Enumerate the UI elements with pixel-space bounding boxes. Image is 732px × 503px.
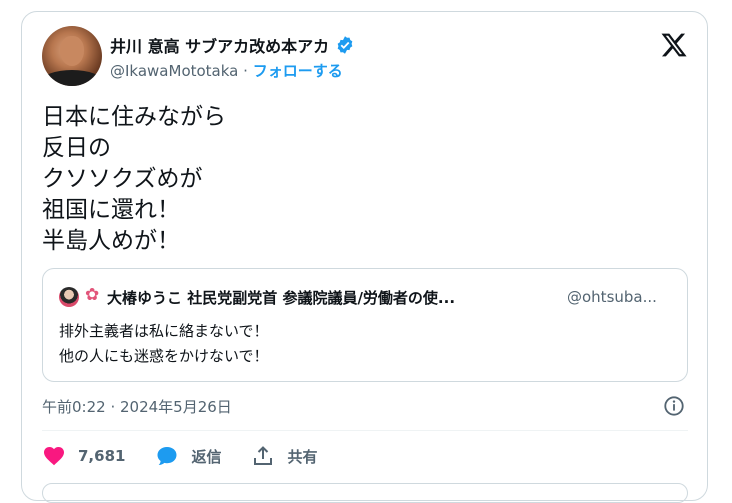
share-label: 共有	[287, 447, 318, 466]
reply-label: 返信	[191, 447, 222, 466]
quote-body: 排外主義者は私に絡まないで！ 他の人にも迷惑をかけないで！	[59, 319, 269, 369]
share-button[interactable]: 共有	[251, 444, 317, 468]
flower-icon: ✿	[85, 285, 100, 305]
author-handle[interactable]: @IkawaMototaka	[110, 62, 238, 80]
tweet-line: 半島人めが！	[42, 228, 180, 254]
tweet-line: 反日の	[42, 135, 111, 161]
quote-author-handle: @ohtsuba...	[567, 288, 657, 306]
like-button[interactable]: 7,681	[42, 444, 125, 468]
tweet-card: 井川 意高 サブアカ改め本アカ @IkawaMototaka · フォローする …	[21, 11, 708, 503]
info-icon[interactable]	[663, 395, 685, 417]
verified-badge-icon	[337, 36, 353, 54]
tweet-body: 日本に住みながら 反日の クソソクズめが 祖国に還れ！ 半島人めが！	[42, 102, 226, 257]
quote-avatar[interactable]	[59, 287, 79, 307]
x-logo-icon[interactable]	[660, 31, 688, 59]
author-name[interactable]: 井川 意高 サブアカ改め本アカ	[110, 33, 329, 57]
divider	[42, 430, 688, 431]
tweet-line: クソソクズめが	[42, 166, 203, 192]
quote-author-name: 大椿ゆうこ 社民党副党首 参議院議員/労働者の使...	[107, 289, 456, 307]
avatar-face	[60, 36, 84, 66]
handle-row: @IkawaMototaka · フォローする	[110, 60, 343, 81]
reply-button[interactable]: 返信	[155, 444, 221, 468]
quote-line: 排外主義者は私に絡まないで！	[59, 322, 269, 340]
heart-icon	[44, 447, 64, 466]
like-count: 7,681	[78, 447, 126, 465]
share-icon	[254, 446, 273, 465]
reply-bubble-icon	[157, 447, 177, 465]
tweet-line: 日本に住みながら	[42, 104, 226, 130]
timestamp[interactable]: 午前0:22 · 2024年5月26日	[42, 396, 232, 417]
separator: ·	[243, 62, 248, 80]
quote-line: 他の人にも迷惑をかけないで！	[59, 347, 269, 365]
read-replies-button[interactable]	[42, 483, 688, 503]
follow-button[interactable]: フォローする	[253, 62, 343, 80]
quoted-tweet[interactable]: ✿ 大椿ゆうこ 社民党副党首 参議院議員/労働者の使... @ohtsuba..…	[42, 268, 688, 382]
tweet-line: 祖国に還れ！	[42, 197, 180, 223]
author-row: 井川 意高 サブアカ改め本アカ	[110, 33, 355, 57]
avatar-shirt	[42, 70, 102, 86]
avatar[interactable]	[42, 26, 102, 86]
action-bar: 7,681 返信 共有	[42, 444, 347, 468]
